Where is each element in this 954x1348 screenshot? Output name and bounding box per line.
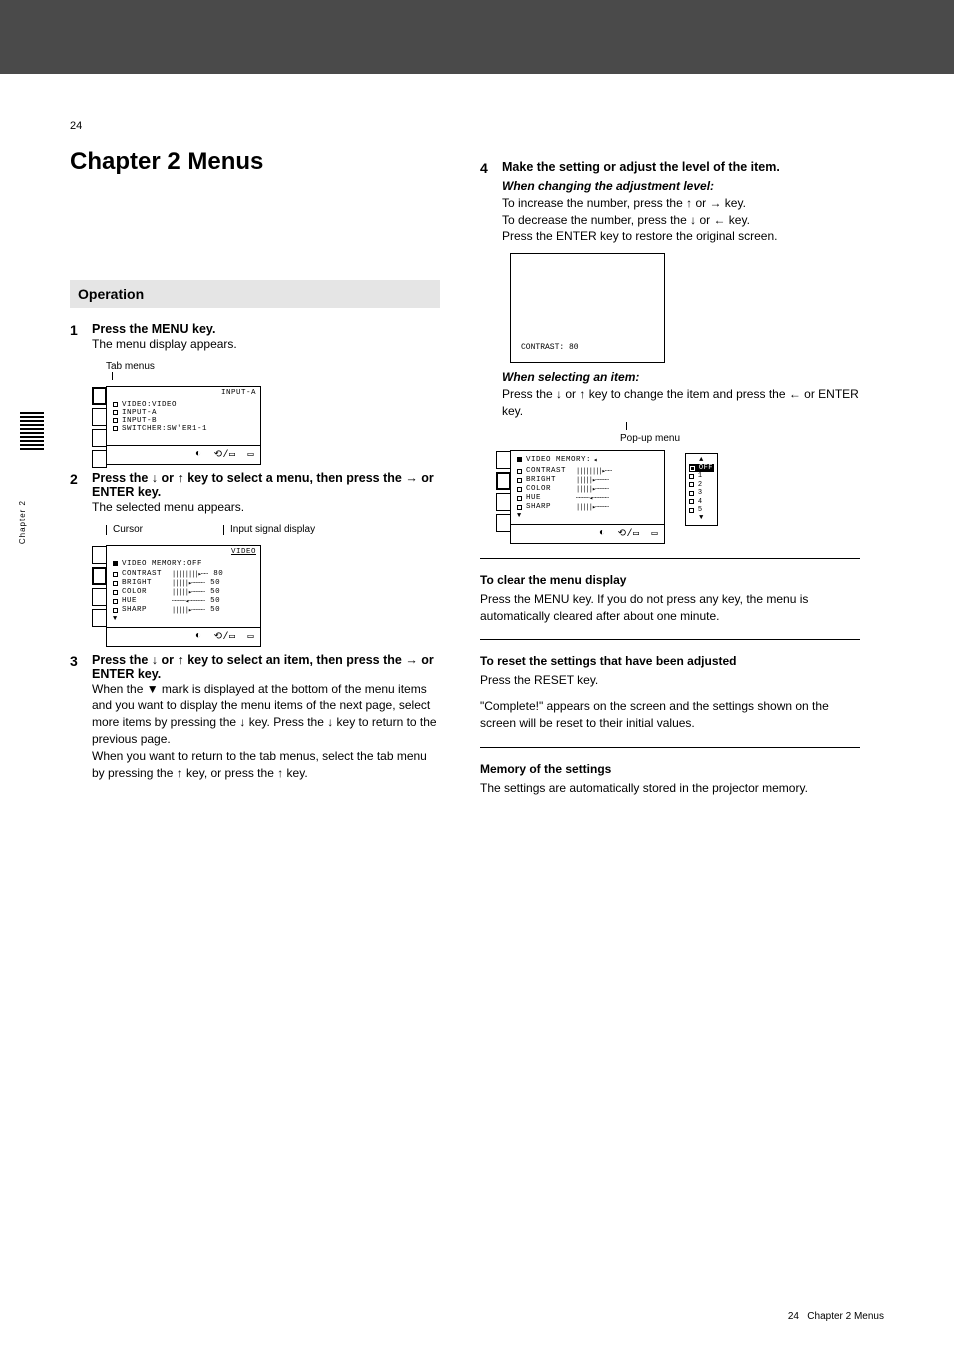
operation-header: Operation bbox=[70, 280, 440, 308]
popup-menu: ▲ OFF 1 2 3 4 5 ▼ bbox=[685, 453, 718, 526]
menu2-topright: VIDEO bbox=[107, 546, 260, 556]
page-number-top: 24 bbox=[70, 120, 82, 132]
menu-box-input: INPUT-A VIDEO:VIDEO INPUT-A INPUT-B SWIT… bbox=[106, 386, 261, 465]
popup-caption: Pop-up menu bbox=[620, 422, 860, 444]
reset-body2: "Complete!" appears on the screen and th… bbox=[480, 698, 860, 733]
step4-title: Make the setting or adjust the level of … bbox=[502, 160, 860, 174]
tabs-caption: Tab menus bbox=[106, 361, 440, 380]
step1-detail: The menu display appears. bbox=[92, 336, 440, 353]
step-num: 1 bbox=[70, 322, 84, 353]
clear-body: Press the MENU key. If you do not press … bbox=[480, 591, 860, 626]
when-selecting-label: When selecting an item: bbox=[502, 369, 860, 386]
side-chapter-label: Chapter 2 bbox=[18, 500, 27, 544]
menu1-topright: INPUT-A bbox=[107, 387, 260, 397]
step-num: 2 bbox=[70, 471, 84, 516]
reset-body1: Press the RESET key. bbox=[480, 672, 860, 689]
step-2: 2 Press the ↓ or ↑ key to select a menu,… bbox=[70, 471, 440, 516]
step3-title: Press the ↓ or ↑ key to select an item, … bbox=[92, 653, 440, 681]
when-changing-label: When changing the adjustment level: bbox=[502, 178, 860, 195]
dec-text: To decrease the number, press the ↓ or ←… bbox=[502, 212, 860, 229]
reset-icon: ⟲/▭ bbox=[214, 631, 236, 643]
enter-text: Press the ENTER key to restore the origi… bbox=[502, 228, 860, 245]
top-bar bbox=[0, 0, 954, 74]
step-3: 3 Press the ↓ or ↑ key to select an item… bbox=[70, 653, 440, 782]
bulb-icon: ◐ bbox=[599, 528, 606, 539]
contrast-text: CONTRAST: 80 bbox=[521, 343, 579, 352]
menu-box-video: VIDEO VIDEO MEMORY:OFF CONTRAST||||||||▸… bbox=[106, 545, 261, 647]
right-column: 4 Make the setting or adjust the level o… bbox=[480, 160, 860, 805]
stack-icon: ▭ bbox=[247, 631, 254, 643]
chapter-title: Chapter 2 Menus bbox=[70, 148, 263, 176]
menu-box-popup: VIDEO MEMORY:◂ ▲ OFF 1 2 3 4 5 ▼ CONTRAS… bbox=[510, 450, 665, 544]
step1-title: Press the MENU key. bbox=[92, 322, 440, 336]
memory-body: The settings are automatically stored in… bbox=[480, 780, 860, 797]
rect-icon: ▭ bbox=[247, 449, 254, 461]
bulb-icon: ◐ bbox=[195, 631, 202, 642]
menu2-labels: Cursor Input signal display bbox=[106, 524, 440, 535]
divider bbox=[480, 639, 860, 640]
divider bbox=[480, 747, 860, 748]
step-4: 4 Make the setting or adjust the level o… bbox=[480, 160, 860, 245]
left-column: Operation 1 Press the MENU key. The menu… bbox=[70, 280, 440, 789]
step-num: 4 bbox=[480, 160, 494, 245]
reset-icon: ⟲/▭ bbox=[214, 449, 236, 461]
bulb-icon: ◐ bbox=[195, 449, 202, 460]
side-stripes bbox=[20, 412, 44, 492]
step3-extra: When the ▼ mark is displayed at the bott… bbox=[92, 681, 440, 748]
step-num: 3 bbox=[70, 653, 84, 782]
contrast-screen: CONTRAST: 80 bbox=[510, 253, 665, 363]
step-1: 1 Press the MENU key. The menu display a… bbox=[70, 322, 440, 353]
select-text: Press the ↓ or ↑ key to change the item … bbox=[502, 386, 860, 420]
inc-text: To increase the number, press the ↑ or →… bbox=[502, 195, 860, 212]
memory-title: Memory of the settings bbox=[480, 762, 860, 776]
step2-title: Press the ↓ or ↑ key to select a menu, t… bbox=[92, 471, 440, 499]
step3-extra2: When you want to return to the tab menus… bbox=[92, 748, 440, 782]
divider bbox=[480, 558, 860, 559]
clear-title: To clear the menu display bbox=[480, 573, 860, 587]
rect-icon: ▭ bbox=[651, 528, 658, 540]
footer: 24 Chapter 2 Menus bbox=[788, 1311, 884, 1322]
reset-icon: ⟲/▭ bbox=[618, 528, 640, 540]
step2-detail: The selected menu appears. bbox=[92, 499, 440, 516]
reset-title: To reset the settings that have been adj… bbox=[480, 654, 860, 668]
